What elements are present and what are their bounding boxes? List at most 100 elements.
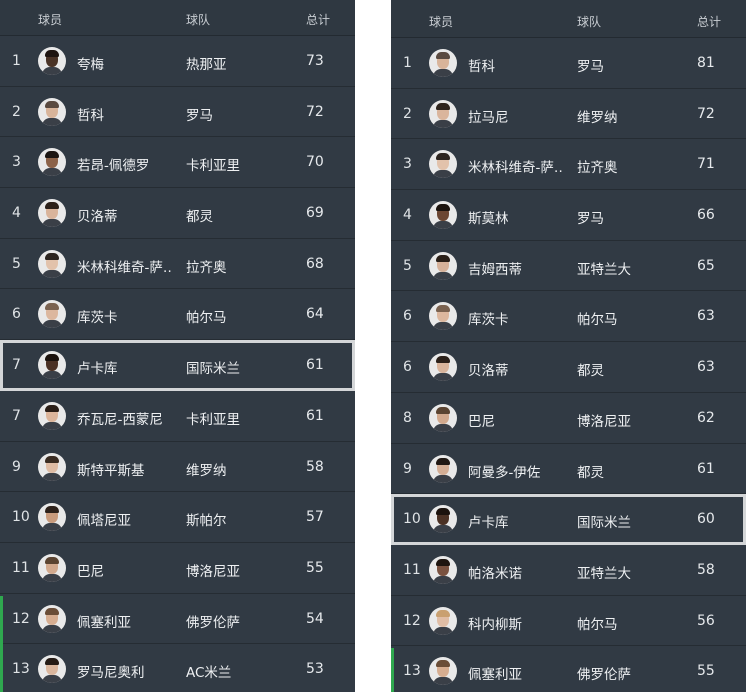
- player-name: 佩塞利亚: [468, 667, 522, 684]
- player-name: 乔瓦尼-西蒙尼: [77, 411, 163, 428]
- team-name: 博洛尼亚: [577, 413, 631, 430]
- header-player: 球员: [38, 13, 63, 27]
- rank-number: 1: [403, 55, 412, 71]
- team-name: 卡利亚里: [186, 158, 240, 175]
- table-row[interactable]: 13 佩塞利亚 佛罗伦萨 55: [391, 646, 746, 692]
- total-value: 54: [306, 610, 324, 627]
- table-row[interactable]: 8 巴尼 博洛尼亚 62: [391, 392, 746, 444]
- rank-number: 3: [403, 156, 412, 173]
- total-value: 69: [306, 205, 324, 222]
- table-row[interactable]: 7 乔瓦尼-西蒙尼 卡利亚里 61: [0, 390, 355, 442]
- table-body: 1 哲科 罗马 81 2 拉马尼 维罗纳 72 3 米林科维奇-萨… 拉齐奥 71 4 斯莫林 罗马 66 5 吉…: [391, 38, 746, 692]
- rank-number: 1: [12, 53, 21, 69]
- total-value: 61: [306, 407, 324, 424]
- table-row[interactable]: 3 若昂-佩德罗 卡利亚里 70: [0, 137, 355, 189]
- player-avatar: [429, 657, 457, 686]
- rank-number: 4: [12, 205, 21, 222]
- rank-number: 2: [403, 105, 412, 122]
- player-name: 阿曼多-伊佐: [468, 464, 541, 481]
- player-avatar: [429, 505, 457, 534]
- player-avatar: [429, 99, 457, 128]
- table-header: 球员 球队 总计: [391, 0, 746, 38]
- table-row[interactable]: 11 帕洛米诺 亚特兰大 58: [391, 544, 746, 596]
- table-row[interactable]: 3 米林科维奇-萨… 拉齐奥 71: [391, 139, 746, 191]
- total-value: 72: [306, 103, 324, 120]
- total-value: 71: [697, 156, 715, 173]
- player-avatar: [38, 655, 66, 684]
- player-avatar: [38, 351, 66, 380]
- total-value: 57: [306, 509, 324, 526]
- player-avatar: [38, 249, 66, 278]
- team-name: 维罗纳: [577, 109, 618, 126]
- table-row[interactable]: 11 巴尼 博洛尼亚 55: [0, 542, 355, 594]
- total-value: 62: [697, 409, 715, 426]
- table-row[interactable]: 10 卢卡库 国际米兰 60: [391, 494, 746, 545]
- team-name: 维罗纳: [186, 462, 227, 479]
- team-name: 都灵: [577, 464, 604, 481]
- header-team: 球队: [577, 15, 602, 29]
- player-name: 吉姆西蒂: [468, 261, 522, 278]
- player-avatar: [429, 555, 457, 584]
- rank-number: 2: [12, 103, 21, 120]
- table-row[interactable]: 10 佩塔尼亚 斯帕尔 57: [0, 492, 355, 543]
- table-row[interactable]: 12 佩塞利亚 佛罗伦萨 54: [0, 593, 355, 645]
- team-name: 国际米兰: [577, 515, 631, 532]
- table-row[interactable]: 5 吉姆西蒂 亚特兰大 65: [391, 240, 746, 292]
- table-row[interactable]: 5 米林科维奇-萨… 拉齐奥 68: [0, 238, 355, 290]
- header-total: 总计: [306, 13, 331, 27]
- player-name: 哲科: [468, 59, 495, 75]
- player-avatar: [429, 201, 457, 230]
- player-avatar: [38, 401, 66, 430]
- table-row[interactable]: 1 夸梅 热那亚 73: [0, 36, 355, 87]
- team-name: 亚特兰大: [577, 565, 631, 582]
- rank-number: 13: [403, 663, 421, 680]
- team-name: 佛罗伦萨: [577, 667, 631, 684]
- player-name: 米林科维奇-萨…: [468, 160, 564, 177]
- rank-number: 11: [12, 559, 30, 576]
- table-row[interactable]: 9 斯特平斯基 维罗纳 58: [0, 441, 355, 493]
- table-row[interactable]: 4 斯莫林 罗马 66: [391, 190, 746, 241]
- team-name: 都灵: [577, 363, 604, 380]
- table-row[interactable]: 2 拉马尼 维罗纳 72: [391, 88, 746, 140]
- player-avatar: [429, 403, 457, 432]
- rank-number: 8: [403, 409, 412, 426]
- table-row[interactable]: 7 卢卡库 国际米兰 61: [0, 340, 355, 391]
- total-value: 61: [306, 357, 324, 374]
- total-value: 58: [306, 458, 324, 475]
- player-name: 巴尼: [468, 413, 495, 430]
- team-name: 帕尔马: [577, 312, 618, 329]
- table-row[interactable]: 6 库茨卡 帕尔马 63: [391, 291, 746, 343]
- player-name: 拉马尼: [468, 109, 509, 126]
- player-name: 斯莫林: [468, 211, 509, 228]
- player-name: 巴尼: [77, 563, 104, 580]
- table-row[interactable]: 6 贝洛蒂 都灵 63: [391, 342, 746, 393]
- team-name: 拉齐奥: [186, 259, 227, 276]
- player-avatar: [38, 148, 66, 177]
- table-row[interactable]: 2 哲科 罗马 72: [0, 86, 355, 138]
- player-avatar: [38, 553, 66, 582]
- team-name: 博洛尼亚: [186, 563, 240, 580]
- player-name: 卢卡库: [77, 361, 118, 378]
- table-row[interactable]: 12 科内柳斯 帕尔马 56: [391, 595, 746, 647]
- rank-number: 6: [403, 359, 412, 376]
- total-value: 65: [697, 257, 715, 274]
- total-value: 60: [697, 511, 715, 528]
- table-row[interactable]: 1 哲科 罗马 81: [391, 38, 746, 89]
- table-header: 球员 球队 总计: [0, 0, 355, 36]
- total-value: 63: [697, 359, 715, 376]
- player-avatar: [38, 300, 66, 329]
- player-avatar: [429, 353, 457, 382]
- right-ranking-table: 球员 球队 总计 1 哲科 罗马 81 2 拉马尼 维罗纳 72 3 米林科维奇-萨… 拉齐奥 71 4…: [391, 0, 746, 692]
- accent-bar: [0, 596, 3, 692]
- table-row[interactable]: 13 罗马尼奥利 AC米兰 53: [0, 644, 355, 692]
- total-value: 64: [306, 306, 324, 323]
- rank-number: 9: [403, 460, 412, 477]
- team-name: 拉齐奥: [577, 160, 618, 177]
- table-row[interactable]: 4 贝洛蒂 都灵 69: [0, 188, 355, 239]
- player-name: 科内柳斯: [468, 616, 522, 633]
- table-row[interactable]: 6 库茨卡 帕尔马 64: [0, 289, 355, 341]
- player-avatar: [429, 251, 457, 280]
- player-avatar: [38, 199, 66, 228]
- table-row[interactable]: 9 阿曼多-伊佐 都灵 61: [391, 443, 746, 495]
- player-avatar: [38, 604, 66, 633]
